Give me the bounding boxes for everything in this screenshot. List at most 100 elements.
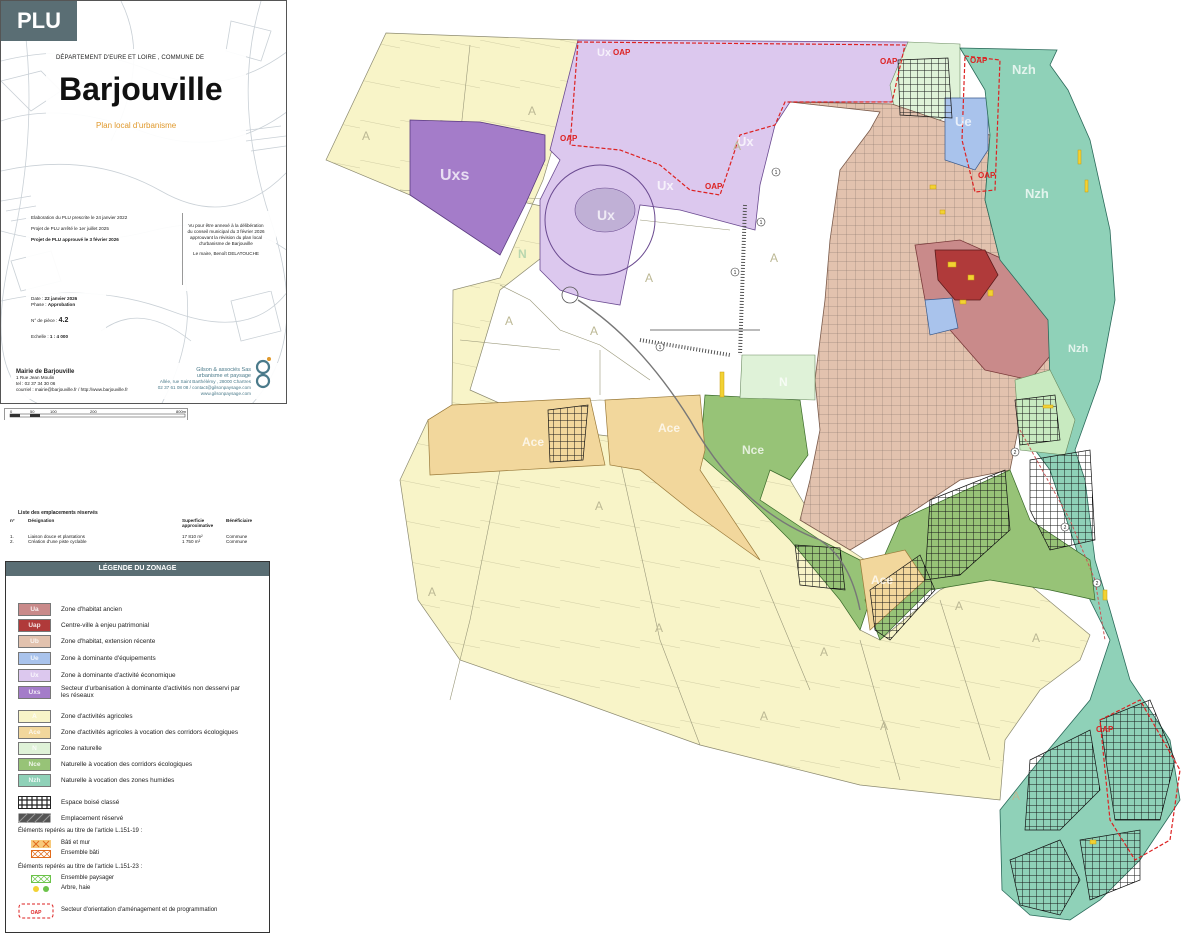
- scale-tick: 50: [30, 409, 35, 414]
- woodland-ebc: [897, 57, 953, 119]
- legend-swatch: Nce: [18, 758, 51, 771]
- legend-label: Arbre, haie: [61, 885, 91, 891]
- reserved-table: n° Désignation Superficie approximative …: [8, 518, 272, 544]
- legend-swatch: Ua: [18, 603, 51, 616]
- map-zone-label: A: [590, 324, 598, 338]
- map-zone-label: A: [733, 139, 741, 153]
- legend-label: Espace boisé classé: [61, 799, 120, 806]
- legend-item: Nzh Naturelle à vocation des zones humid…: [18, 774, 174, 787]
- date-value: 22 janvier 2026: [44, 296, 78, 301]
- reserved-marker: 2: [1096, 581, 1099, 587]
- oap-label: OAP: [880, 57, 898, 66]
- milestone: Elaboration du PLU prescrite le 24 janvi…: [31, 215, 128, 220]
- legend-label: Secteur d'urbanisation à dominante d'act…: [61, 685, 240, 699]
- map-zone-label: Nce: [742, 443, 764, 457]
- map-zone-label: A: [1012, 789, 1020, 803]
- map-zone-label: A: [770, 251, 778, 265]
- bureau-block: Gilson & associés Sas urbanisme et paysa…: [141, 367, 251, 397]
- map-zone-label: Nzh: [1012, 62, 1036, 77]
- legend-label: Naturelle à vocation des corridors écolo…: [61, 761, 193, 768]
- reserved-site-icon: [18, 813, 51, 823]
- legend-swatch: Ue: [18, 652, 51, 665]
- document-info: Date : 22 janvier 2026 Phase : Approbati…: [31, 296, 77, 340]
- table-row: 2. Création d'une piste cyclable 1 750 m…: [8, 539, 272, 544]
- map-zone-label: A: [505, 314, 513, 328]
- ensemble-paysager-icon: [31, 875, 51, 883]
- ensemble-bati-icon: [31, 850, 51, 858]
- legend-title: LÉGENDE DU ZONAGE: [6, 562, 269, 576]
- milestone: Projet de PLU approuvé le 3 février 2026: [31, 237, 119, 242]
- legend-item: Ue Zone à dominante d'équipements: [18, 652, 156, 665]
- legend-swatch: Ace: [18, 726, 51, 739]
- piece-value: 4.2: [58, 317, 69, 324]
- legend-swatch: Ub: [18, 635, 51, 648]
- map-zone-label: A: [528, 104, 536, 118]
- department-line: DÉPARTEMENT D'EURE ET LOIRE , COMMUNE DE: [56, 55, 205, 61]
- map-zone-label: Ux: [597, 47, 612, 59]
- map-zone-label: A: [428, 585, 436, 599]
- title-block: PLU DÉPARTEMENT D'EURE ET LOIRE , COMMUN…: [0, 0, 287, 404]
- woodland-ebc: [547, 404, 589, 463]
- bureau-web: www.gilsonpaysage.com: [200, 391, 251, 396]
- mayor-signature: Le maire, Benoît DELATOUCHE: [193, 251, 259, 256]
- map-zone-label: A: [1032, 631, 1040, 645]
- legend-swatch: N: [18, 742, 51, 755]
- phase-label: Phase :: [31, 302, 47, 307]
- legend-item: Ub Zone d'habitat, extension récente: [18, 635, 155, 648]
- article-19-title: Éléments repérés au titre de l'article L…: [18, 828, 143, 834]
- map-zone-label: Uxs: [440, 167, 469, 184]
- article-23-title: Éléments repérés au titre de l'article L…: [18, 864, 143, 870]
- map-zone-label: A: [880, 719, 888, 733]
- legend-label: Zone à dominante d'activité économique: [61, 672, 176, 679]
- legend-label: Naturelle à vocation des zones humides: [61, 777, 175, 784]
- scale-tick: 800m: [176, 409, 187, 414]
- date-label: Date :: [31, 296, 44, 301]
- legend-item: N Zone naturelle: [18, 742, 102, 755]
- plu-tag: PLU: [1, 1, 77, 41]
- map-zone-label: Ue: [955, 114, 972, 129]
- reserved-cell: Commune: [226, 539, 248, 544]
- map-zone-label: A: [645, 271, 653, 285]
- annex-text: Vu pour être annexé à la délibération du…: [187, 223, 265, 246]
- legend-label: Zone d'activités agricoles à vocation de…: [61, 729, 239, 736]
- legend-item: Emplacement réservé: [18, 813, 123, 823]
- legend-swatch: Uap: [18, 619, 51, 632]
- legend-item: Ua Zone d'habitat ancien: [18, 603, 122, 616]
- legend-swatch: Nzh: [18, 774, 51, 787]
- scale-tick: 100: [50, 409, 57, 414]
- legend-label: Zone d'activités agricoles: [61, 713, 133, 720]
- oap-label: OAP: [978, 171, 996, 180]
- legend-swatch: Ux: [18, 669, 51, 682]
- legend-label: Ensemble bâti: [61, 850, 100, 856]
- legend-label: Emplacement réservé: [61, 814, 124, 822]
- oap-outline-icon: OAP: [18, 903, 54, 919]
- map-zone-label: A: [955, 599, 963, 613]
- oap-label: OAP: [1096, 725, 1114, 734]
- map-zone-label: N: [518, 247, 527, 261]
- reserved-cell: 2.: [10, 539, 14, 544]
- legend-item: Espace boisé classé: [18, 796, 119, 809]
- scale-bar: 0 50 100 200 800m: [4, 408, 188, 420]
- map-zone-label: Ace: [871, 573, 893, 587]
- map-zone-label: Ace: [658, 421, 680, 435]
- legend-label: Secteur d'orientation d'aménagement et d…: [61, 907, 218, 913]
- piece-label: N° de pièce :: [31, 318, 58, 323]
- arbre-haie-icon: [33, 886, 49, 892]
- legend-item: A Zone d'activités agricoles: [18, 710, 133, 723]
- legend-label: Zone à dominante d'équipements: [61, 655, 156, 662]
- map-zone-label: A: [760, 709, 768, 723]
- legend-label: Bâti et mur: [61, 840, 91, 846]
- legend-label: Zone d'habitat ancien: [61, 606, 122, 613]
- oap-label: OAP: [560, 134, 578, 143]
- scale-value: 1 : 4 000: [49, 334, 69, 339]
- bureau-logo-icon: [255, 357, 271, 389]
- annex-statement: Vu pour être annexé à la délibération du…: [187, 223, 265, 257]
- ebc-hatch-icon: [18, 796, 51, 809]
- legend-item: Ace Zone d'activités agricoles à vocatio…: [18, 726, 238, 739]
- mairie-block: Mairie de Barjouville 1 Rue Jean Moulin …: [16, 369, 128, 393]
- map-zone-label: Ux: [657, 178, 674, 193]
- legend-item: Ux Zone à dominante d'activité économiqu…: [18, 669, 176, 682]
- map-zone-label: Ux: [597, 207, 615, 223]
- map-zone-label: A: [595, 499, 603, 513]
- map-zone-label: Nzh: [1025, 186, 1049, 201]
